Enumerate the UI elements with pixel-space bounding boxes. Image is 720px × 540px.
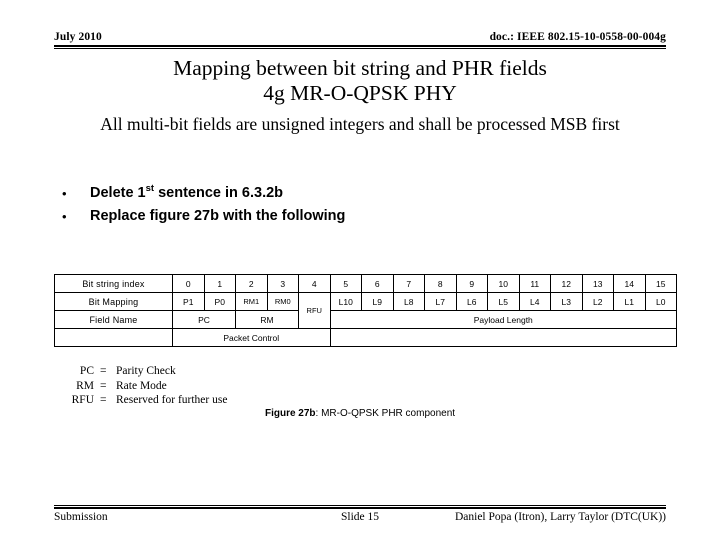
header-divider bbox=[54, 45, 666, 49]
cell-bit-mapping-13: L2 bbox=[581, 292, 614, 311]
table-row: Field Name PC RM Payload Length bbox=[54, 310, 677, 329]
cell-bit-index-11: 11 bbox=[518, 274, 551, 293]
bullet-text: Replace figure 27b with the following bbox=[90, 205, 345, 228]
cell-bit-mapping-12: L3 bbox=[550, 292, 583, 311]
figure-caption-label: Figure 27b bbox=[264, 408, 316, 419]
cell-bit-index-14: 14 bbox=[613, 274, 646, 293]
bullet-text-after: sentence in 6.3.2b bbox=[154, 185, 284, 201]
bullet-text-before: Delete 1 bbox=[90, 185, 146, 201]
title-block: Mapping between bit string and PHR field… bbox=[40, 56, 680, 136]
cell-bit-index-5: 5 bbox=[329, 274, 362, 293]
header-document-number: doc.: IEEE 802.15-10-0558-00-004g bbox=[489, 31, 666, 43]
footer-submission-label: Submission bbox=[54, 511, 108, 523]
cell-bit-index-0: 0 bbox=[172, 274, 205, 293]
cell-bit-mapping-3: RM0 bbox=[266, 292, 299, 311]
bullet-marker-icon: • bbox=[62, 209, 67, 224]
list-item: • Replace figure 27b with the following bbox=[56, 205, 656, 228]
legend-abbr: RFU bbox=[71, 394, 94, 406]
cell-bit-mapping-9: L6 bbox=[455, 292, 488, 311]
cell-bit-mapping-2: RM1 bbox=[235, 292, 268, 311]
cell-bit-mapping-7: L8 bbox=[392, 292, 425, 311]
row-header-field-name: Field Name bbox=[54, 310, 173, 329]
page-title-line-2: 4g MR-O-QPSK PHY bbox=[263, 81, 457, 105]
cell-packet-control: Packet Control bbox=[172, 328, 331, 347]
cell-bit-mapping-11: L4 bbox=[518, 292, 551, 311]
footer-authors: Daniel Popa (Itron), Larry Taylor (DTC(U… bbox=[454, 511, 666, 523]
legend-description: Reserved for further use bbox=[116, 394, 228, 406]
slide-footer: Slide 15 Submission Daniel Popa (Itron),… bbox=[54, 511, 666, 529]
page-subtitle: All multi-bit fields are unsigned intege… bbox=[100, 114, 620, 134]
row-header-bit-mapping: Bit Mapping bbox=[54, 292, 173, 311]
bullet-superscript: st bbox=[145, 183, 155, 195]
cell-bit-index-10: 10 bbox=[487, 274, 520, 293]
footer-divider-thick bbox=[54, 507, 666, 509]
figure-caption: Figure 27b: MR-O-QPSK PHR component bbox=[40, 408, 680, 419]
list-item: • Delete 1st sentence in 6.3.2b bbox=[56, 182, 656, 205]
cell-bit-mapping-15: L0 bbox=[644, 292, 677, 311]
legend-equals: = bbox=[100, 394, 107, 406]
cell-bit-mapping-0: P1 bbox=[172, 292, 205, 311]
cell-bit-index-3: 3 bbox=[266, 274, 299, 293]
table-row: Bit string index 0 1 2 3 4 5 6 7 8 9 10 … bbox=[54, 274, 677, 293]
header-divider-thick bbox=[54, 45, 666, 47]
cell-bit-mapping-5: L10 bbox=[329, 292, 362, 311]
header-date: July 2010 bbox=[54, 31, 102, 43]
header-divider-thin bbox=[54, 48, 666, 49]
cell-bit-index-4: 4 bbox=[298, 274, 331, 293]
cell-field-payload-length: Payload Length bbox=[329, 310, 677, 329]
figure-caption-text: : MR-O-QPSK PHR component bbox=[315, 408, 456, 419]
bullet-marker-icon: • bbox=[62, 186, 67, 201]
bullet-list: • Delete 1st sentence in 6.3.2b • Replac… bbox=[56, 182, 656, 228]
footer-divider bbox=[54, 505, 666, 509]
cell-bit-index-15: 15 bbox=[644, 274, 677, 293]
cell-bit-index-2: 2 bbox=[235, 274, 268, 293]
cell-field-rm: RM bbox=[235, 310, 299, 329]
table-row: Bit Mapping P1 P0 RM1 RM0 RFU L10 L9 L8 … bbox=[54, 292, 677, 329]
cell-bit-index-1: 1 bbox=[203, 274, 236, 293]
cell-bit-index-8: 8 bbox=[424, 274, 457, 293]
row-header-bit-string-index: Bit string index bbox=[54, 274, 173, 293]
cell-bit-mapping-10: L5 bbox=[487, 292, 520, 311]
legend-abbr: PC bbox=[79, 365, 94, 377]
cell-rfu: RFU bbox=[298, 292, 331, 329]
phr-mapping-table: Bit string index 0 1 2 3 4 5 6 7 8 9 10 … bbox=[54, 274, 677, 347]
legend-equals: = bbox=[100, 379, 107, 392]
bullet-text: Delete 1st sentence in 6.3.2b bbox=[90, 182, 283, 205]
cell-bit-mapping-8: L7 bbox=[424, 292, 457, 311]
cell-bit-index-6: 6 bbox=[361, 274, 394, 293]
cell-bit-mapping-1: P0 bbox=[203, 292, 236, 311]
legend-description: Parity Check bbox=[116, 365, 176, 377]
cell-bit-index-9: 9 bbox=[455, 274, 488, 293]
cell-field-pc: PC bbox=[172, 310, 236, 329]
cell-bit-mapping-14: L1 bbox=[613, 292, 646, 311]
cell-bit-index-7: 7 bbox=[392, 274, 425, 293]
cell-bit-mapping-6: L9 bbox=[361, 292, 394, 311]
row-header-blank bbox=[54, 328, 173, 347]
cell-bottom-blank bbox=[329, 328, 677, 347]
cell-bit-index-12: 12 bbox=[550, 274, 583, 293]
cell-bit-index-13: 13 bbox=[581, 274, 614, 293]
page-title-line-1: Mapping between bit string and PHR field… bbox=[173, 56, 547, 80]
bullet-text-before: Replace figure 27b with the following bbox=[90, 208, 346, 224]
legend-abbr: RM bbox=[76, 379, 94, 392]
legend-equals: = bbox=[100, 365, 107, 377]
footer-divider-thin bbox=[54, 505, 666, 506]
table-row: Packet Control bbox=[54, 328, 677, 347]
legend-description: Rate Mode bbox=[116, 379, 167, 392]
